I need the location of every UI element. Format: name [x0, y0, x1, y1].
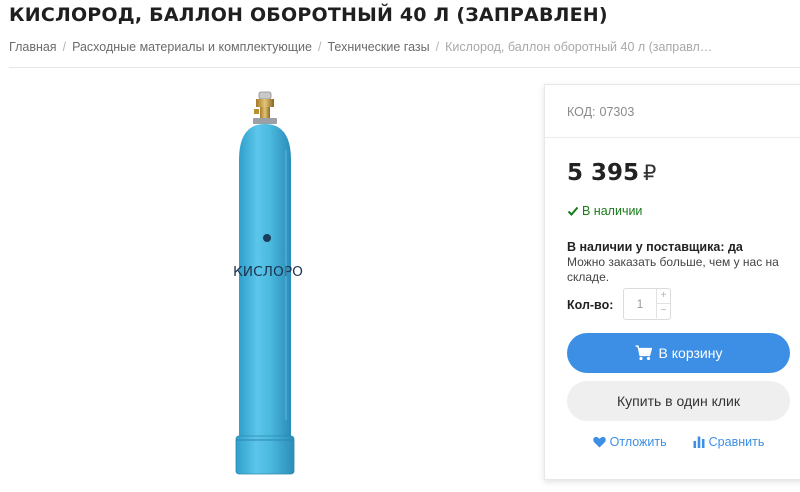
- price: 5 395 ₽: [567, 160, 656, 186]
- breadcrumb-item-technical-gases[interactable]: Технические газы: [327, 40, 429, 54]
- breadcrumb-current: Кислород, баллон оборотный 40 л (заправл…: [445, 40, 713, 54]
- breadcrumb-item-consumables[interactable]: Расходные материалы и комплектующие: [72, 40, 312, 54]
- buy-one-click-button[interactable]: Купить в один клик: [567, 381, 790, 421]
- page-title: КИСЛОРОД, БАЛЛОН ОБОРОТНЫЙ 40 Л (ЗАПРАВЛ…: [9, 4, 608, 26]
- quantity-label: Кол-во:: [567, 298, 614, 312]
- stock-status: В наличии: [567, 204, 642, 218]
- quantity-stepper: + −: [623, 288, 671, 320]
- breadcrumb: Главная / Расходные материалы и комплект…: [9, 40, 712, 54]
- price-currency: ₽: [643, 161, 657, 185]
- breadcrumb-item-home[interactable]: Главная: [9, 40, 57, 54]
- product-code-label: КОД:: [567, 105, 596, 119]
- quantity-decrease-button[interactable]: −: [656, 304, 670, 318]
- breadcrumb-separator: /: [317, 40, 322, 54]
- breadcrumb-separator: /: [435, 40, 440, 54]
- add-to-cart-label: В корзину: [658, 345, 723, 361]
- product-code-value: 07303: [599, 105, 635, 119]
- stock-status-label: В наличии: [582, 204, 643, 218]
- wishlist-link[interactable]: Отложить: [592, 435, 667, 449]
- quantity-input[interactable]: [624, 289, 656, 319]
- compare-label: Сравнить: [708, 435, 765, 449]
- product-code: КОД: 07303: [567, 105, 634, 119]
- add-to-cart-button[interactable]: В корзину: [567, 333, 790, 373]
- compare-bars-icon: [693, 436, 705, 448]
- price-value: 5 395: [567, 160, 640, 186]
- quantity-increase-button[interactable]: +: [656, 289, 670, 304]
- product-actions: Отложить Сравнить: [567, 435, 790, 449]
- check-icon: [567, 206, 579, 216]
- supplier-availability-note: Можно заказать больше, чем у нас на скла…: [567, 255, 779, 284]
- cart-icon: [635, 345, 652, 361]
- panel-divider: [545, 137, 800, 138]
- buy-one-click-label: Купить в один клик: [617, 393, 740, 409]
- heart-icon: [592, 436, 606, 448]
- header-divider: [9, 67, 800, 68]
- breadcrumb-separator: /: [62, 40, 67, 54]
- buy-box: КОД: 07303 5 395 ₽ В наличии В наличии у …: [544, 84, 800, 480]
- compare-link[interactable]: Сравнить: [693, 435, 765, 449]
- supplier-availability-title: В наличии у поставщика: да: [567, 240, 743, 254]
- wishlist-label: Отложить: [609, 435, 667, 449]
- oxygen-cylinder-image: КИСЛОРО: [233, 91, 303, 475]
- cylinder-label: КИСЛОРО: [233, 265, 303, 280]
